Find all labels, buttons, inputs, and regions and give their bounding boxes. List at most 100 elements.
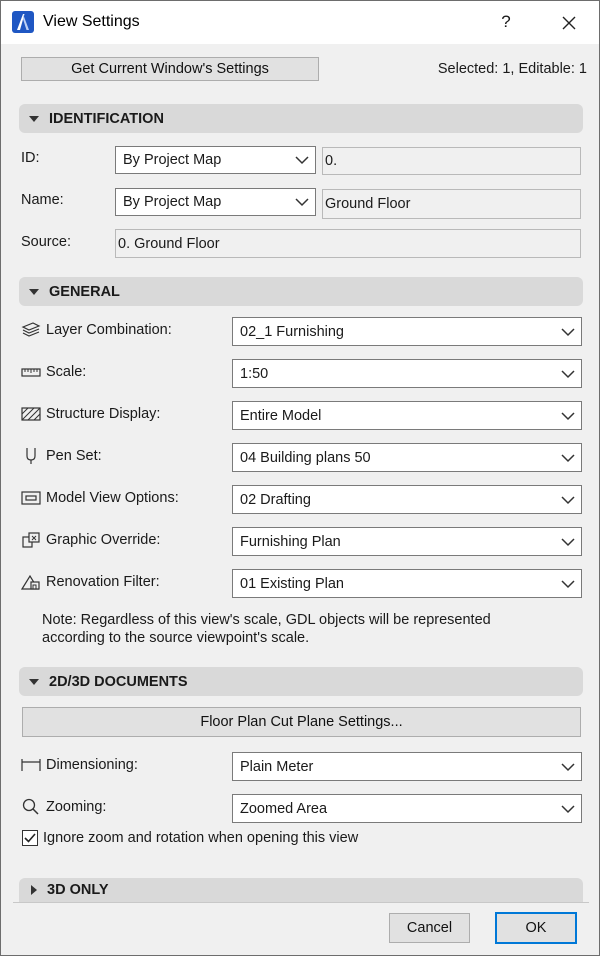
cancel-button-label: Cancel [406,920,453,936]
source-label: Source: [21,234,71,250]
collapse-triangle-icon [29,288,39,295]
section-identification-title: IDENTIFICATION [49,110,164,127]
id-field-value: 0. [325,153,338,169]
expand-triangle-icon [31,885,37,895]
chevron-down-icon [561,327,575,336]
view-settings-dialog: View Settings ? Get Current Window's Set… [0,0,600,956]
chevron-down-icon [295,156,309,165]
graphic-override-label: Graphic Override: [21,531,160,549]
graphic-override-select[interactable]: Furnishing Plan [232,527,582,556]
structure-display-text: Structure Display: [46,406,161,422]
dimensioning-select[interactable]: Plain Meter [232,752,582,781]
source-field-value: 0. Ground Floor [118,235,220,252]
name-field[interactable]: Ground Floor [322,189,581,219]
layer-combination-label: Layer Combination: [21,321,172,339]
scale-label: Scale: [21,363,86,381]
structure-display-select[interactable]: Entire Model [232,401,582,430]
graphic-override-value: Furnishing Plan [240,533,341,550]
scale-select[interactable]: 1:50 [232,359,582,388]
pen-icon [26,448,36,464]
model-view-options-select[interactable]: 02 Drafting [232,485,582,514]
floor-plan-cut-plane-settings-button[interactable]: Floor Plan Cut Plane Settings... [22,707,581,737]
ok-button-label: OK [525,920,547,936]
structure-display-label: Structure Display: [21,405,160,423]
section-general-title: GENERAL [49,283,120,300]
dimensioning-label: Dimensioning: [21,756,138,774]
zooming-select[interactable]: Zoomed Area [232,794,582,823]
graphic-override-icon [22,532,40,548]
source-field: 0. Ground Floor [115,229,581,258]
scale-note-line-2: according to the source viewpoint's scal… [42,630,310,646]
model-view-icon [21,491,41,505]
name-mode-value: By Project Map [123,194,222,210]
chevron-down-icon [561,579,575,588]
id-field: 0. [322,147,581,175]
magnifier-icon [22,798,39,815]
zooming-value: Zoomed Area [240,800,328,817]
chevron-down-icon [561,411,575,420]
pen-set-select[interactable]: 04 Building plans 50 [232,443,582,472]
chevron-down-icon [561,804,575,813]
selected-editable-count: Selected: 1, Editable: 1 [437,61,587,77]
get-current-window-settings-button[interactable]: Get Current Window's Settings [21,57,319,81]
collapse-triangle-icon [29,115,39,122]
chevron-down-icon [561,453,575,462]
ruler-icon [21,368,41,377]
section-3d-only[interactable]: 3D ONLY [19,878,583,902]
layer-combination-text: Layer Combination: [46,322,172,338]
renovation-icon [21,574,40,590]
chevron-down-icon [295,198,309,207]
hatch-icon [21,407,41,421]
footer-divider [13,902,589,903]
graphic-override-text: Graphic Override: [46,532,161,548]
scale-text: Scale: [46,364,87,380]
structure-display-value: Entire Model [240,407,322,424]
id-mode-value: By Project Map [123,152,222,168]
renovation-filter-value: 01 Existing Plan [240,575,344,592]
section-2d3d-documents[interactable]: 2D/3D DOCUMENTS [19,667,583,696]
get-current-window-settings-label: Get Current Window's Settings [71,61,269,77]
ok-button[interactable]: OK [495,912,577,944]
name-label: Name: [21,192,64,208]
model-view-options-text: Model View Options: [46,490,179,506]
id-mode-select[interactable]: By Project Map [115,146,316,174]
section-2d3d-documents-title: 2D/3D DOCUMENTS [49,673,188,690]
dimensioning-text: Dimensioning: [46,757,138,773]
close-icon[interactable] [555,9,583,37]
ignore-zoom-label[interactable]: Ignore zoom and rotation when opening th… [43,830,358,846]
ignore-zoom-checkbox[interactable] [22,830,38,846]
cancel-button[interactable]: Cancel [389,913,470,943]
name-mode-select[interactable]: By Project Map [115,188,316,216]
title-bar: View Settings ? [1,1,599,44]
section-identification[interactable]: IDENTIFICATION [19,104,583,133]
collapse-triangle-icon [29,678,39,685]
renovation-filter-select[interactable]: 01 Existing Plan [232,569,582,598]
scale-value: 1:50 [240,365,269,382]
model-view-options-value: 02 Drafting [240,491,311,508]
window-title: View Settings [43,13,140,30]
checkmark-icon [24,833,36,843]
layer-combination-value: 02_1 Furnishing [240,323,344,340]
renovation-filter-label: Renovation Filter: [21,573,160,591]
section-3d-only-title: 3D ONLY [47,882,109,898]
layer-combination-select[interactable]: 02_1 Furnishing [232,317,582,346]
scale-note-line-1: Note: Regardless of this view's scale, G… [42,612,491,628]
chevron-down-icon [561,495,575,504]
pen-set-label: Pen Set: [21,447,102,465]
renovation-filter-text: Renovation Filter: [46,574,160,590]
model-view-options-label: Model View Options: [21,489,179,507]
dimension-icon [21,759,41,771]
pen-set-value: 04 Building plans 50 [240,449,371,466]
zooming-text: Zooming: [46,799,107,815]
floor-plan-cut-plane-settings-label: Floor Plan Cut Plane Settings... [200,714,403,730]
help-button[interactable]: ? [493,9,519,35]
dimensioning-value: Plain Meter [240,758,314,775]
chevron-down-icon [561,537,575,546]
chevron-down-icon [561,369,575,378]
archicad-app-icon [12,11,34,33]
layers-icon [21,322,41,337]
zooming-label: Zooming: [21,798,106,816]
scale-note: Note: Regardless of this view's scale, G… [42,611,562,647]
section-general[interactable]: GENERAL [19,277,583,306]
chevron-down-icon [561,762,575,771]
